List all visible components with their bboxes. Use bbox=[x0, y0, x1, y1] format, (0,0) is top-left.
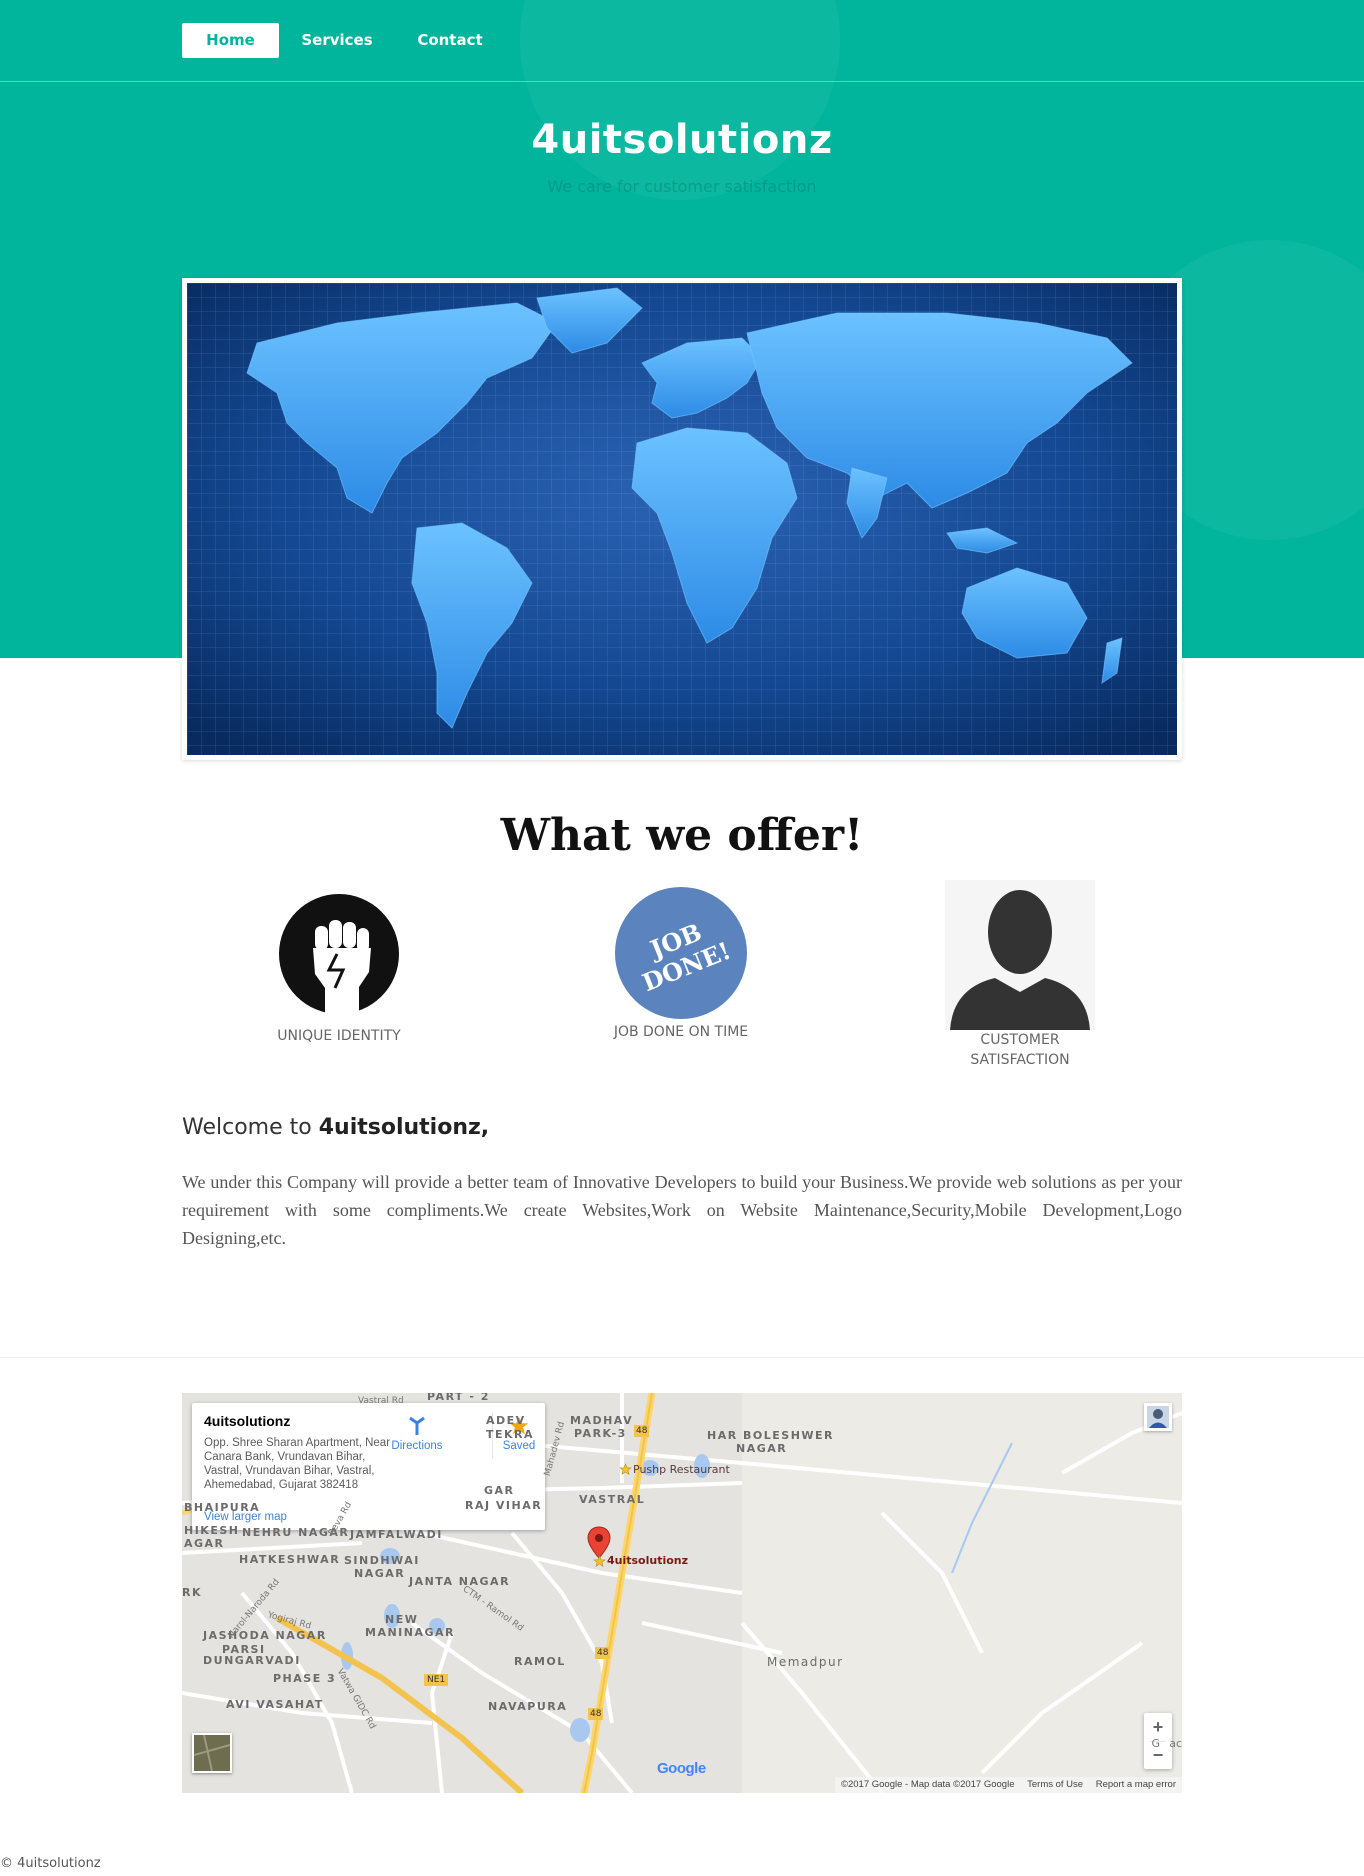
welcome-company: 4uitsolutionz, bbox=[318, 1115, 490, 1140]
map-label: MANINAGAR bbox=[365, 1626, 455, 1639]
map-label: PHASE 3 bbox=[273, 1672, 337, 1685]
map-label: AVI VASAHAT bbox=[226, 1698, 324, 1711]
job-done-stamp-icon: JOB DONE! bbox=[615, 887, 747, 1019]
map-label: Vastral Rd bbox=[358, 1396, 404, 1406]
directions-button[interactable]: Directions bbox=[382, 1415, 452, 1452]
map-label: Pushp Restaurant bbox=[633, 1463, 730, 1476]
nav-home[interactable]: Home bbox=[182, 23, 279, 58]
restaurant-star-icon bbox=[619, 1463, 632, 1476]
attribution-text: ©2017 Google - Map data ©2017 Google bbox=[840, 1779, 1015, 1790]
map-user-button[interactable] bbox=[1144, 1403, 1172, 1431]
google-logo: Google bbox=[657, 1760, 706, 1777]
map-marker-label: 4uitsolutionz bbox=[607, 1554, 689, 1567]
highway-shield: 48 bbox=[595, 1647, 611, 1659]
nav-services[interactable]: Services bbox=[297, 23, 377, 58]
feature-label-line: SATISFACTION bbox=[970, 1052, 1070, 1068]
section-divider bbox=[0, 1357, 1364, 1358]
map-label: NAGAR bbox=[354, 1567, 406, 1580]
map-label: RAMOL bbox=[514, 1655, 566, 1668]
feature-label: JOB DONE ON TIME bbox=[613, 1024, 749, 1040]
map-label: HIKESH bbox=[184, 1524, 240, 1537]
welcome-heading: Welcome to 4uitsolutionz, bbox=[182, 1115, 489, 1140]
terms-link[interactable]: Terms of Use bbox=[1027, 1779, 1083, 1790]
map-label: NEW bbox=[385, 1613, 419, 1626]
feature-label: UNIQUE IDENTITY bbox=[277, 1028, 401, 1044]
person-silhouette-icon bbox=[945, 880, 1095, 1030]
offer-heading: What we offer! bbox=[500, 810, 864, 861]
user-photo-icon bbox=[1147, 1406, 1169, 1428]
site-tagline: We care for customer satisfaction bbox=[547, 177, 817, 196]
nav-contact[interactable]: Contact bbox=[410, 23, 490, 58]
satellite-toggle[interactable] bbox=[192, 1733, 232, 1773]
map-label: BHAIPURA bbox=[184, 1501, 261, 1514]
google-logo-text: Google bbox=[657, 1760, 706, 1777]
embedded-map[interactable]: 4uitsolutionz Opp. Shree Sharan Apartmen… bbox=[182, 1393, 1182, 1793]
raised-fist-icon bbox=[279, 894, 399, 1016]
map-label: Memadpur bbox=[767, 1655, 844, 1669]
map-label: ac bbox=[1169, 1737, 1182, 1750]
navbar: Home Services Contact bbox=[0, 0, 1364, 82]
feature-unique-identity: UNIQUE IDENTITY bbox=[229, 892, 449, 1046]
directions-icon bbox=[409, 1416, 425, 1435]
feature-customer-satisfaction: CUSTOMER SATISFACTION bbox=[910, 880, 1130, 1070]
map-label: HATKESHWAR bbox=[239, 1553, 341, 1566]
place-star-icon bbox=[593, 1555, 606, 1568]
report-error-link[interactable]: Report a map error bbox=[1096, 1779, 1176, 1790]
map-label: ADEV bbox=[486, 1414, 526, 1427]
map-label: MADHAV bbox=[570, 1414, 634, 1427]
welcome-prefix: Welcome to bbox=[182, 1115, 312, 1140]
feature-label: CUSTOMER SATISFACTION bbox=[910, 1030, 1130, 1070]
directions-label: Directions bbox=[391, 1440, 443, 1452]
map-label: SINDHWAI bbox=[344, 1554, 420, 1567]
map-label: G bbox=[1151, 1737, 1160, 1750]
highway-shield: 48 bbox=[634, 1425, 650, 1437]
map-label: HAR BOLESHWER bbox=[707, 1429, 835, 1442]
map-label: AGAR bbox=[184, 1537, 225, 1550]
map-label: PARK-3 bbox=[574, 1427, 627, 1440]
map-label: VASTRAL bbox=[579, 1493, 646, 1506]
map-label: DUNGARVADI bbox=[203, 1654, 301, 1667]
map-label: NAVAPURA bbox=[488, 1700, 568, 1713]
map-label: TEKRA bbox=[486, 1428, 535, 1441]
banner-frame bbox=[182, 278, 1182, 760]
map-label: RK bbox=[182, 1586, 202, 1599]
about-paragraph: We under this Company will provide a bet… bbox=[182, 1172, 1182, 1248]
map-label: NAGAR bbox=[736, 1442, 788, 1455]
world-map-image bbox=[187, 283, 1177, 755]
footer-copyright: © 4uitsolutionz bbox=[0, 1856, 101, 1871]
feature-label-line: CUSTOMER bbox=[980, 1032, 1060, 1048]
map-label: PART - 2 bbox=[427, 1393, 490, 1403]
place-name: 4uitsolutionz bbox=[204, 1413, 291, 1429]
map-label: RAJ VIHAR bbox=[465, 1499, 543, 1512]
satellite-thumbnail-icon bbox=[193, 1734, 231, 1772]
place-address: Opp. Shree Sharan Apartment, Near Canara… bbox=[204, 1437, 391, 1491]
feature-job-done: JOB DONE! JOB DONE ON TIME bbox=[571, 887, 791, 1042]
map-attribution: ©2017 Google - Map data ©2017 Google Ter… bbox=[834, 1777, 1182, 1793]
map-label: GAR bbox=[484, 1484, 515, 1497]
map-label: JANTA NAGAR bbox=[409, 1575, 511, 1588]
highway-shield: 48 bbox=[588, 1708, 604, 1720]
map-label: JAMFALWADI bbox=[350, 1528, 443, 1541]
highway-shield: NE1 bbox=[424, 1674, 449, 1686]
site-title: 4uitsolutionz bbox=[531, 117, 833, 163]
saved-label: Saved bbox=[502, 1440, 536, 1452]
page: Home Services Contact 4uitsolutionz We c… bbox=[0, 0, 1364, 1876]
